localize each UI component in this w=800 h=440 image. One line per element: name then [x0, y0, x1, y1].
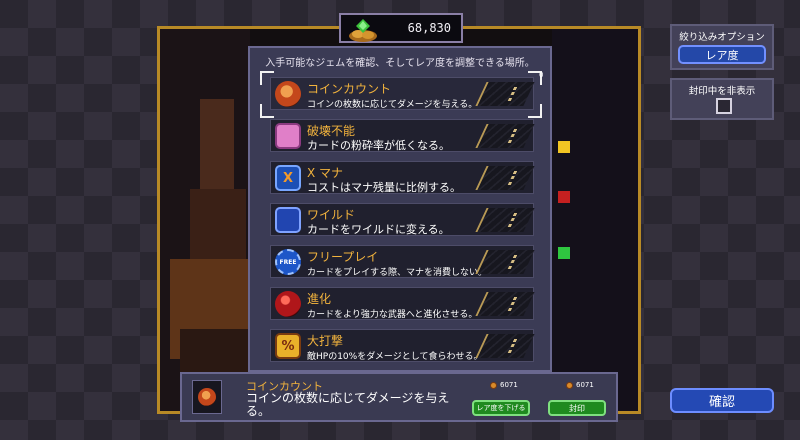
rarity-badge — [475, 82, 535, 106]
broken-card-icon — [275, 123, 301, 149]
currency-amount: 68,830 — [407, 21, 451, 35]
coin-cost-icon — [566, 381, 573, 389]
gem-name: 大打撃 — [307, 334, 344, 348]
gem-row-heavy-hit[interactable]: % 大打撃 敵HPの10%をダメージとして食らわせる。 — [270, 329, 535, 362]
gem-name: コインカウント — [307, 82, 392, 96]
yellow-gem-light-icon — [558, 141, 570, 153]
selection-bracket-top-left — [260, 71, 274, 85]
rarity-filter-button[interactable]: レア度 — [678, 45, 766, 64]
gem-description: カードをより強力な武器へと進化させる。 — [307, 310, 478, 320]
confirm-button[interactable]: 確認 — [670, 388, 774, 413]
selection-counter: 0 — [539, 71, 544, 79]
lower-rarity-cost: 6071 — [490, 381, 518, 389]
evolve-orb-icon — [275, 291, 301, 317]
gem-description: カードをワイルドに変える。 — [307, 223, 450, 236]
gem-row-free-play[interactable]: FREE フリープレイ カードをプレイする際、マナを消費しない。 — [270, 245, 535, 278]
lower-rarity-cost-value: 6071 — [500, 381, 518, 389]
gem-description: 敵HPの10%をダメージとして食らわせる。 — [307, 352, 483, 362]
seal-cost: 6071 — [566, 381, 594, 389]
coin-cost-icon — [490, 381, 497, 389]
gem-description: コストはマナ残量に比例する。 — [307, 181, 461, 194]
wild-icon — [275, 207, 301, 233]
gem-description: コインの枚数に応じてダメージを与える。 — [307, 100, 478, 110]
selection-bracket-bottom-left — [260, 104, 274, 118]
gem-row-unbreakable[interactable]: 破壊不能 カードの粉砕率が低くなる。 — [270, 119, 535, 152]
gem-row-coin-count[interactable]: コインカウント コインの枚数に応じてダメージを与える。 — [270, 77, 535, 110]
rarity-badge — [475, 250, 535, 274]
rarity-badge — [475, 166, 535, 190]
gem-description: カードをプレイする際、マナを消費しない。 — [307, 268, 488, 278]
coin-icon — [198, 388, 216, 406]
hide-sealed-checkbox[interactable] — [716, 98, 732, 114]
rarity-badge — [475, 292, 535, 316]
hide-sealed-label: 封印中を非表示 — [688, 86, 756, 97]
x-mana-icon: X — [275, 165, 301, 191]
gem-coin-bag-icon — [349, 19, 377, 42]
detail-icon-frame — [192, 380, 222, 414]
free-play-icon: FREE — [275, 249, 301, 275]
gem-row-evolution[interactable]: 進化 カードをより強力な武器へと進化させる。 — [270, 287, 535, 320]
gem-row-x-mana[interactable]: X X マナ コストはマナ残量に比例する。 — [270, 161, 535, 194]
rarity-badge — [475, 334, 535, 358]
panel-description: 入手可能なジェムを確認、そしてレア度を調整できる場所。 — [265, 58, 535, 69]
rarity-badge — [475, 208, 535, 232]
red-gem-light-icon — [558, 191, 570, 203]
seal-cost-value: 6071 — [576, 381, 594, 389]
percent-icon: % — [275, 333, 301, 359]
gem-name: フリープレイ — [307, 250, 379, 264]
filter-title: 絞り込みオプション — [679, 32, 765, 43]
rarity-badge — [475, 124, 535, 148]
green-gem-light-icon — [558, 247, 570, 259]
filter-options-panel: 絞り込みオプション レア度 — [670, 24, 774, 70]
currency-display: 68,830 — [339, 13, 463, 43]
lower-rarity-button[interactable]: レア度を下げる — [472, 400, 530, 416]
gem-name: 進化 — [307, 292, 332, 306]
hide-sealed-panel: 封印中を非表示 — [670, 78, 774, 120]
detail-gem-description: コインの枚数に応じてダメージを与える。 — [246, 391, 450, 418]
gem-list-panel: 入手可能なジェムを確認、そしてレア度を調整できる場所。 コインカウント コインの… — [248, 46, 552, 372]
gem-description: カードの粉砕率が低くなる。 — [307, 139, 450, 152]
gem-row-wild[interactable]: ワイルド カードをワイルドに変える。 — [270, 203, 535, 236]
selection-bracket-bottom-right — [528, 104, 542, 118]
seal-button[interactable]: 封印 — [548, 400, 606, 416]
scene-furniture — [190, 189, 246, 259]
gem-detail-panel: コインカウント コインの枚数に応じてダメージを与える。 6071 6071 レア… — [180, 372, 618, 422]
scene-wall-right — [552, 29, 638, 411]
coin-icon — [275, 81, 301, 107]
